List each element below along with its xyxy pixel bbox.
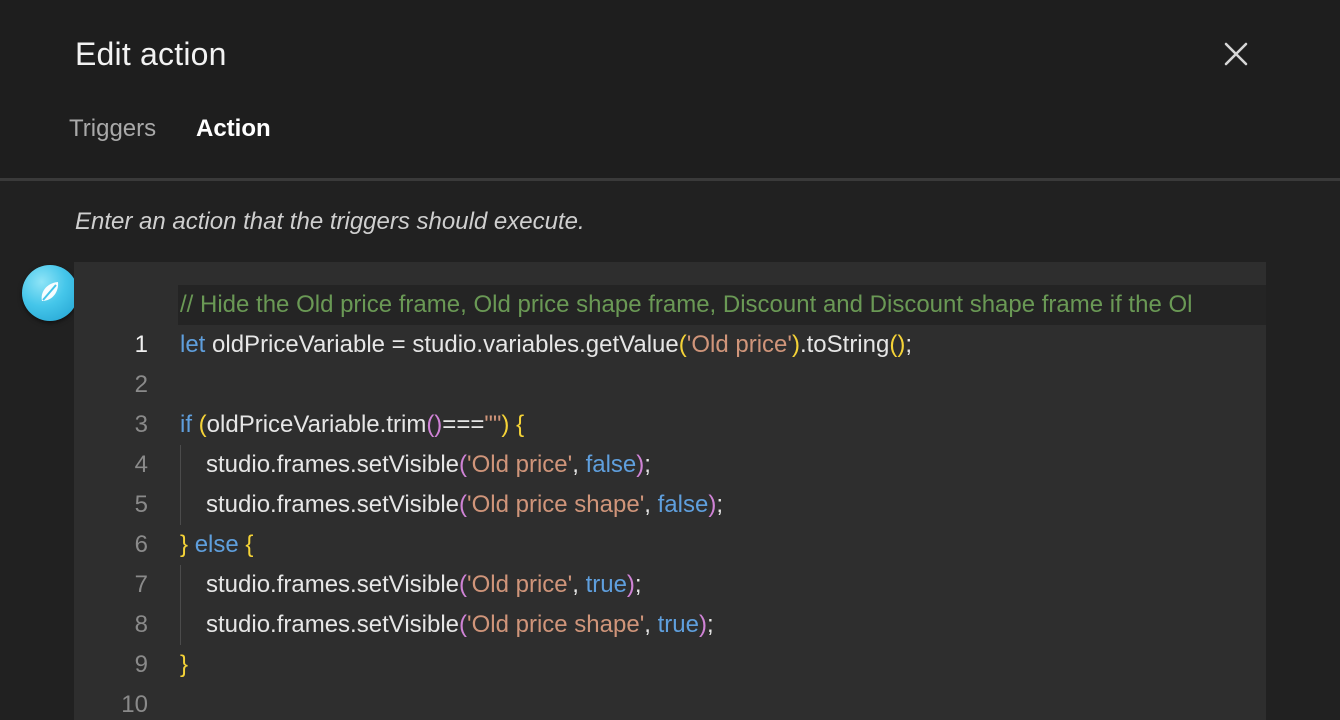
line-text: let oldPriceVariable = studio.variables.… <box>180 331 912 358</box>
code-line[interactable]: 2 let oldPriceVariable = studio.variable… <box>74 325 1266 398</box>
code-line[interactable]: 5 studio.frames.setVisible('Old price', … <box>74 445 1266 518</box>
tab-triggers-label: Triggers <box>69 115 157 142</box>
close-button[interactable] <box>1216 34 1256 74</box>
assistant-logo-icon <box>41 282 59 301</box>
line-text: studio.frames.setVisible('Old price shap… <box>206 491 723 518</box>
line-text <box>178 365 1266 405</box>
code-line[interactable]: 6 studio.frames.setVisible('Old price sh… <box>74 485 1266 558</box>
line-number: 10 <box>121 691 148 718</box>
line-text: studio.frames.setVisible('Old price', tr… <box>206 571 642 598</box>
line-text: if (oldPriceVariable.trim()==="") { <box>180 411 525 438</box>
line-text: studio.frames.setVisible('Old price', fa… <box>206 451 651 478</box>
code-editor[interactable]: 1 // Hide the Old price frame, Old price… <box>74 262 1266 720</box>
instruction-text: Enter an action that the triggers should… <box>75 208 585 235</box>
code-line[interactable]: 1 // Hide the Old price frame, Old price… <box>74 285 1266 358</box>
tab-triggers[interactable]: Triggers <box>69 108 156 181</box>
dialog-title: Edit action <box>75 36 227 72</box>
code-comment: // Hide the Old price frame, Old price s… <box>180 291 1193 318</box>
line-text: } else { <box>180 531 254 558</box>
code-line[interactable]: 7 } else { <box>74 525 1266 598</box>
dialog-header: Edit action Triggers Action <box>0 0 1340 181</box>
code-line[interactable]: 10 } <box>74 645 1266 718</box>
line-text: // Hide the Old price frame, Old price s… <box>178 285 1266 325</box>
code-line[interactable]: 9 studio.frames.setVisible('Old price sh… <box>74 605 1266 678</box>
tab-action-label: Action <box>196 115 271 142</box>
close-icon <box>1224 42 1248 66</box>
line-text: studio.frames.setVisible('Old price shap… <box>206 611 714 638</box>
tab-action[interactable]: Action <box>196 108 271 181</box>
edit-action-dialog: Edit action Triggers Action Enter an act… <box>0 0 1340 720</box>
assistant-avatar[interactable] <box>22 265 78 321</box>
code-line[interactable]: 4 if (oldPriceVariable.trim()==="") { <box>74 405 1266 478</box>
tab-bar: Triggers Action <box>0 108 1340 181</box>
line-text: } <box>180 651 189 678</box>
code-line[interactable]: 3 <box>74 365 1266 438</box>
code-line[interactable]: 8 studio.frames.setVisible('Old price', … <box>74 565 1266 638</box>
header-divider <box>0 178 1340 181</box>
